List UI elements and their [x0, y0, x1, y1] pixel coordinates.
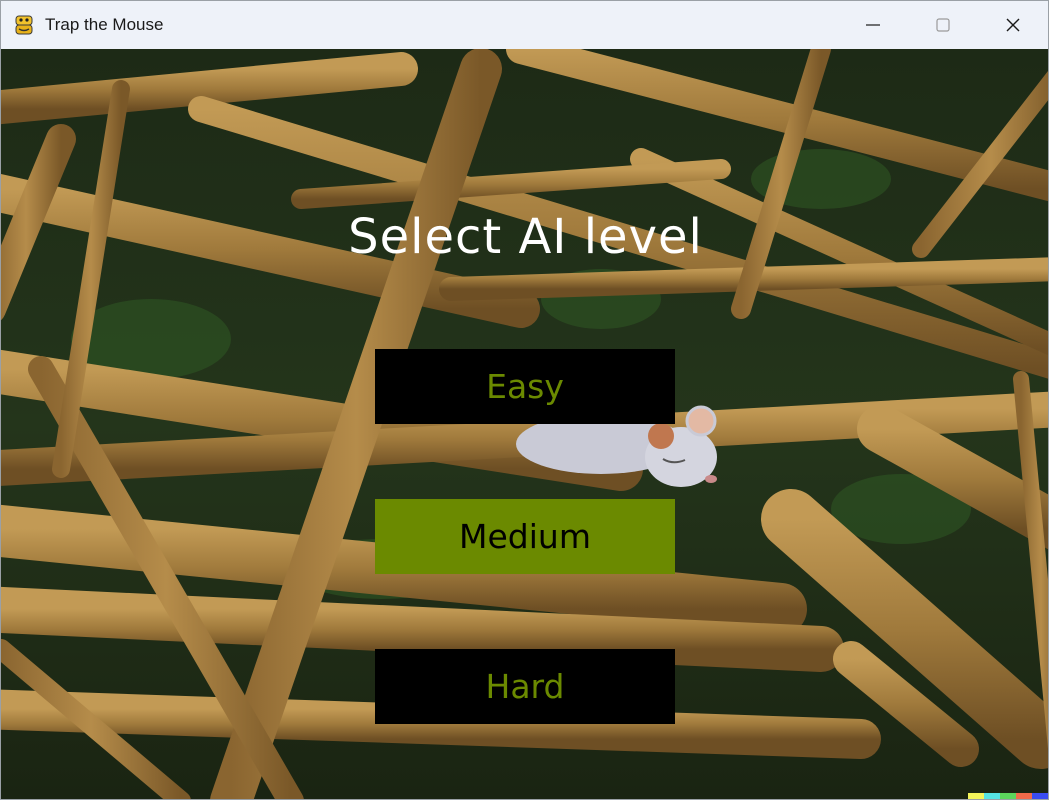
strip-swatch: [984, 793, 1000, 799]
maximize-button[interactable]: [908, 1, 978, 49]
strip-swatch: [1000, 793, 1016, 799]
window-controls: [838, 1, 1048, 49]
minimize-button[interactable]: [838, 1, 908, 49]
minimize-icon: [866, 24, 880, 26]
close-button[interactable]: [978, 1, 1048, 49]
easy-button-label: Easy: [486, 367, 564, 406]
hard-button[interactable]: Hard: [375, 649, 675, 724]
app-window: Trap the Mouse Select AI level Easy Medi…: [0, 0, 1049, 800]
hard-button-label: Hard: [485, 667, 565, 706]
window-title: Trap the Mouse: [45, 15, 164, 34]
python-snake-icon: [15, 15, 33, 35]
close-icon: [1006, 18, 1020, 32]
medium-button[interactable]: Medium: [375, 499, 675, 574]
title-bar[interactable]: Trap the Mouse: [1, 1, 1048, 49]
strip-swatch: [1032, 793, 1048, 799]
strip-swatch: [1016, 793, 1032, 799]
maximize-icon: [936, 18, 950, 32]
medium-button-label: Medium: [459, 517, 591, 556]
color-strip: [968, 793, 1048, 799]
page-title: Select AI level: [348, 209, 703, 265]
game-scene: Select AI level Easy Medium Hard: [1, 49, 1048, 799]
easy-button[interactable]: Easy: [375, 349, 675, 424]
strip-swatch: [968, 793, 984, 799]
